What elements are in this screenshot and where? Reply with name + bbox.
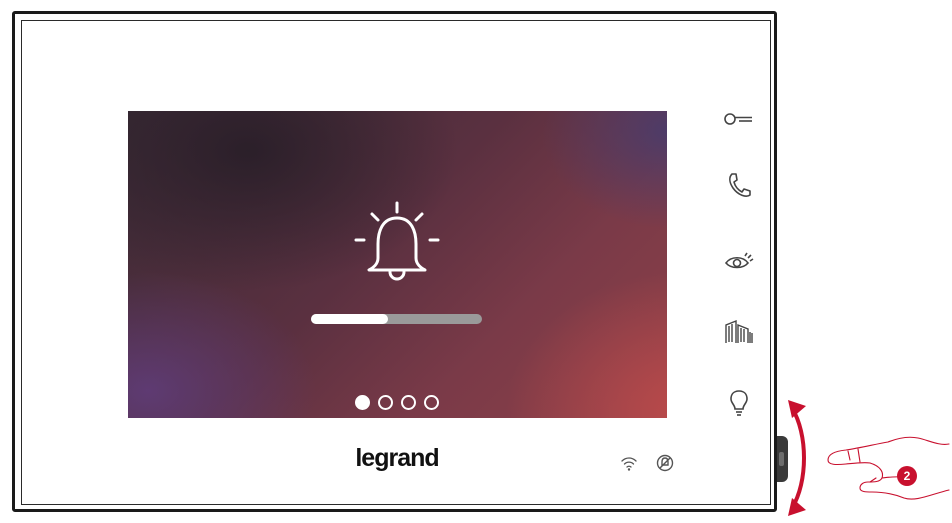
call-button[interactable] — [718, 164, 760, 206]
eye-icon — [724, 252, 754, 269]
ringtone-off-icon — [656, 454, 674, 472]
intercom-display-screen[interactable] — [128, 111, 667, 418]
camera-view-button[interactable] — [718, 240, 760, 282]
bell-ringing-icon — [354, 201, 440, 281]
phone-handset-icon — [729, 173, 751, 197]
page-dot — [401, 395, 416, 410]
ringtone-volume-bar[interactable] — [311, 314, 482, 324]
step-number-badge: 2 — [897, 466, 917, 486]
scroll-wheel-highlight — [779, 452, 784, 466]
page-dot — [378, 395, 393, 410]
page-dot — [355, 395, 370, 410]
door-key-button[interactable] — [718, 98, 760, 140]
pointing-hand-icon — [827, 436, 950, 500]
door-key-icon — [724, 113, 752, 125]
light-button[interactable] — [718, 382, 760, 424]
brand-logo: legrand — [355, 444, 439, 472]
gate-icon — [725, 319, 753, 343]
page-indicator — [355, 395, 439, 411]
light-bulb-icon — [730, 390, 748, 416]
page-dot — [424, 395, 439, 410]
gate-button[interactable] — [718, 311, 760, 353]
wifi-icon — [621, 457, 637, 471]
volume-bar-fill — [311, 314, 388, 324]
